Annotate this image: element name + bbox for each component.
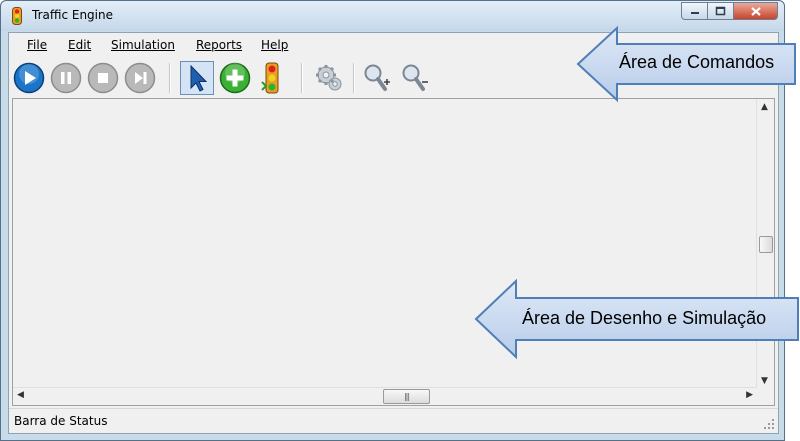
select-tool-button[interactable] [180,61,214,95]
minimize-button[interactable] [681,2,708,20]
scroll-corner [757,388,774,405]
menu-file[interactable]: File [27,38,47,52]
toolbar-separator [353,63,355,93]
commands-area-label: Área de Comandos [619,52,775,72]
resize-grip-icon[interactable] [763,418,775,430]
add-button[interactable] [218,61,252,95]
status-text: Barra de Status [14,414,108,428]
zoom-in-icon [364,64,390,91]
zoom-out-icon [402,64,428,91]
drawing-area-label: Área de Desenho e Simulação [522,308,767,328]
pause-icon [50,62,82,94]
select-arrow-icon [190,64,208,92]
menu-help[interactable]: Help [261,38,288,52]
traffic-light-icon [261,62,279,94]
close-icon [750,6,761,16]
scroll-up-arrow-icon[interactable]: ▲ [761,102,768,112]
play-button[interactable] [12,61,46,95]
gears-icon [316,65,342,91]
traffic-light-icon [12,7,22,25]
status-bar: Barra de Status [9,408,778,433]
maximize-icon [715,6,726,16]
stop-icon [87,62,119,94]
add-icon [219,62,251,94]
maximize-button[interactable] [708,2,734,20]
menu-edit[interactable]: Edit [68,38,91,52]
menu-reports[interactable]: Reports [196,38,242,52]
menu-simulation[interactable]: Simulation [111,38,175,52]
stop-button[interactable] [86,61,120,95]
scroll-left-arrow-icon[interactable]: ◀ [17,390,24,400]
scroll-right-arrow-icon[interactable]: ▶ [746,390,753,400]
toolbar-separator [301,63,303,93]
step-forward-icon [124,62,156,94]
window-title: Traffic Engine [32,8,113,22]
minimize-icon [690,12,699,14]
vertical-scroll-thumb[interactable] [759,236,773,253]
scroll-down-arrow-icon[interactable]: ▼ [761,376,768,386]
play-icon [13,62,45,94]
zoom-in-button[interactable] [360,61,394,95]
horizontal-scroll-thumb[interactable]: ||| [383,389,430,404]
settings-button[interactable] [312,61,346,95]
traffic-light-button[interactable] [255,61,289,95]
horizontal-scrollbar[interactable]: ◀ ||| ▶ [13,387,757,405]
zoom-out-button[interactable] [398,61,432,95]
pause-button[interactable] [49,61,83,95]
close-button[interactable] [734,2,778,20]
toolbar-separator [169,63,171,93]
step-forward-button[interactable] [123,61,157,95]
